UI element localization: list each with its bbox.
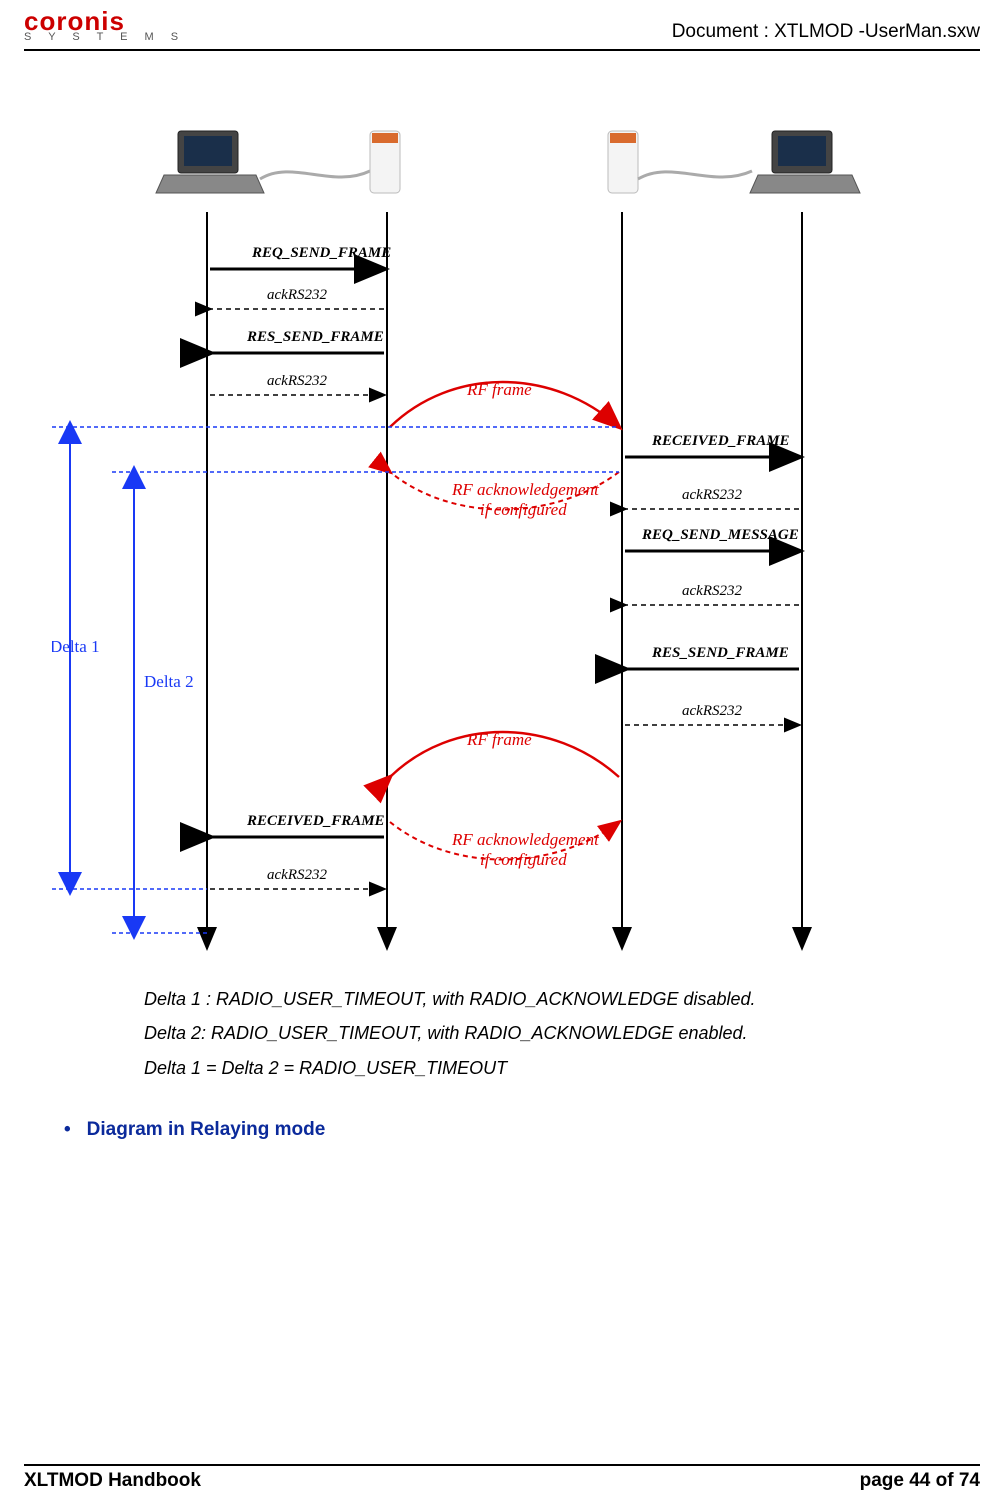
bullet-text: Diagram in Relaying mode [87, 1119, 326, 1140]
caption-eq: Delta 1 = Delta 2 = RADIO_USER_TIMEOUT [144, 1051, 980, 1085]
msg-label: REQ_SEND_FRAME [251, 245, 391, 261]
msg-label: RECEIVED_FRAME [651, 433, 790, 449]
rf-sub: RF acknowledgement [451, 480, 600, 499]
msg-label: REQ_SEND_MESSAGE [641, 527, 799, 543]
msg-label: ackRS232 [682, 487, 742, 503]
caption-delta2: Delta 2: RADIO_USER_TIMEOUT, with RADIO_… [144, 1016, 980, 1050]
msg-label: RES_SEND_FRAME [651, 645, 789, 661]
modem-left-icon [260, 131, 400, 193]
laptop-right-icon [750, 131, 860, 193]
logo-sub: S Y S T E M S [24, 33, 185, 43]
section-bullet: •Diagram in Relaying mode [64, 1119, 980, 1141]
msg-label: ackRS232 [682, 703, 742, 719]
msg-label: RES_SEND_FRAME [246, 329, 384, 345]
msg-label: ackRS232 [682, 583, 742, 599]
rf-sub2: if configured [480, 500, 567, 519]
delta2-label: Delta 2 [144, 672, 194, 691]
caption-delta1: Delta 1 : RADIO_USER_TIMEOUT, with RADIO… [144, 982, 980, 1016]
bullet-icon: • [64, 1119, 87, 1140]
msg-label: ackRS232 [267, 287, 327, 303]
logo: coronis S Y S T E M S [24, 10, 185, 43]
sequence-diagram: REQ_SEND_FRAME ackRS232 RES_SEND_FRAME a… [24, 97, 980, 972]
delta1-label: Delta 1 [52, 637, 100, 656]
rf-sub: RF acknowledgement [451, 830, 600, 849]
msg-label: ackRS232 [267, 373, 327, 389]
footer-title: XLTMOD Handbook [24, 1470, 201, 1492]
document-id: Document : XTLMOD -UserMan.sxw [672, 21, 980, 43]
logo-main: coronis [24, 10, 185, 33]
msg-label: RECEIVED_FRAME [246, 813, 385, 829]
modem-right-icon [608, 131, 752, 193]
msg-label: ackRS232 [267, 867, 327, 883]
footer-page: page 44 of 74 [860, 1470, 980, 1492]
laptop-left-icon [156, 131, 264, 193]
rf-sub2: if configured [480, 850, 567, 869]
